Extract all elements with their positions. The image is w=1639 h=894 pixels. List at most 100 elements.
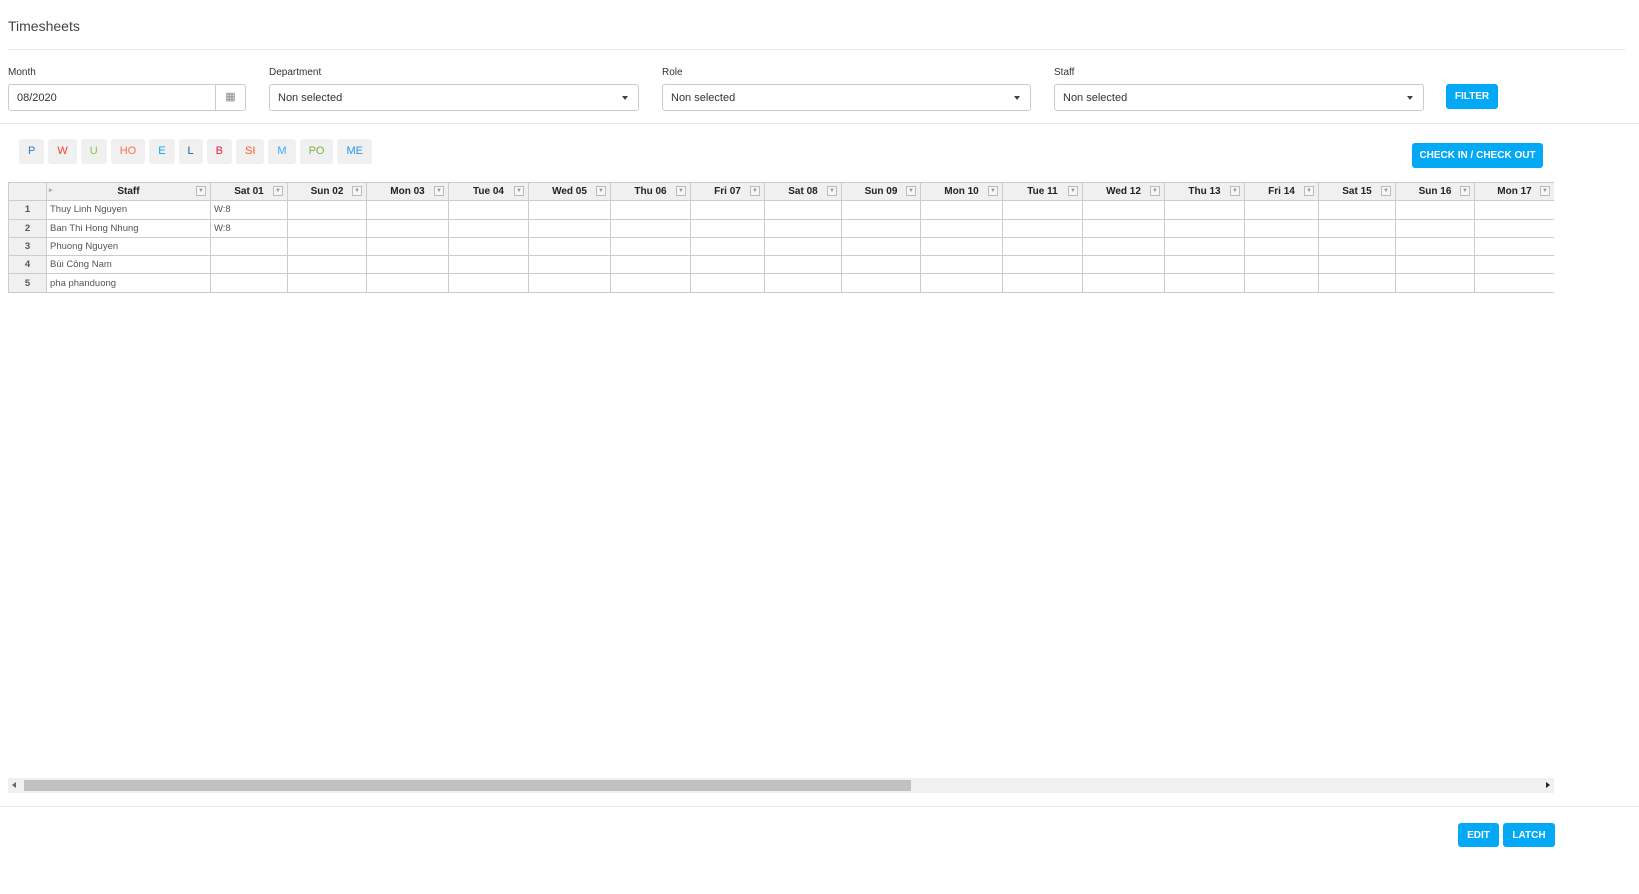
filter-dropdown-icon[interactable]: ▼ [827,186,837,196]
day-cell[interactable] [610,273,691,293]
day-cell[interactable] [210,255,288,275]
day-cell[interactable] [764,218,842,238]
day-cell[interactable] [1395,218,1475,238]
filter-dropdown-icon[interactable]: ▼ [1460,186,1470,196]
column-header[interactable]: Wed 12 ▼ [1082,182,1165,202]
filter-dropdown-icon[interactable]: ▼ [1068,186,1078,196]
day-cell[interactable] [1002,236,1083,257]
staff-cell[interactable]: Ban Thi Hong Nhung [46,218,211,238]
day-cell[interactable] [690,273,765,293]
day-cell[interactable] [287,273,367,293]
column-header[interactable]: Tue 11 ▼ [1002,182,1083,202]
day-cell[interactable]: W:8 [210,200,288,220]
day-cell[interactable] [1318,200,1396,220]
day-cell[interactable] [841,200,921,220]
day-cell[interactable] [1164,236,1245,257]
day-cell[interactable] [1082,236,1165,257]
day-cell[interactable] [1164,255,1245,275]
day-cell[interactable] [210,273,288,293]
filter-dropdown-icon[interactable]: ▼ [196,186,206,196]
day-cell[interactable] [366,273,449,293]
day-cell[interactable] [1082,255,1165,275]
day-cell[interactable]: W:8 [210,218,288,238]
filter-dropdown-icon[interactable]: ▼ [906,186,916,196]
column-header[interactable]: Sat 08 ▼ [764,182,842,202]
column-header[interactable]: Sat 01 ▼ [210,182,288,202]
day-cell[interactable] [1244,218,1319,238]
day-cell[interactable] [1474,200,1554,220]
day-cell[interactable] [690,236,765,257]
day-cell[interactable] [366,236,449,257]
day-cell[interactable] [1395,273,1475,293]
column-header[interactable]: Mon 17 ▼ [1474,182,1554,202]
day-cell[interactable] [1164,218,1245,238]
day-cell[interactable] [1002,218,1083,238]
day-cell[interactable] [1318,236,1396,257]
day-cell[interactable] [764,200,842,220]
day-cell[interactable] [1002,255,1083,275]
filter-dropdown-icon[interactable]: ▼ [988,186,998,196]
column-header[interactable]: Sun 09 ▼ [841,182,921,202]
column-header[interactable]: ▸ Staff ▼ [46,182,211,202]
day-cell[interactable] [448,255,529,275]
day-cell[interactable] [528,255,611,275]
check-in-out-button[interactable]: CHECK IN / CHECK OUT [1412,143,1543,168]
day-cell[interactable] [448,273,529,293]
day-cell[interactable] [1318,218,1396,238]
day-cell[interactable] [920,200,1003,220]
day-cell[interactable] [920,273,1003,293]
day-cell[interactable] [1082,273,1165,293]
day-cell[interactable] [210,236,288,257]
column-header[interactable]: Tue 04 ▼ [448,182,529,202]
day-cell[interactable] [1244,255,1319,275]
filter-dropdown-icon[interactable]: ▼ [434,186,444,196]
department-select[interactable]: Non selected [269,84,639,111]
day-cell[interactable] [366,218,449,238]
staff-cell[interactable]: Thuy Linh Nguyen [46,200,211,220]
day-cell[interactable] [764,255,842,275]
filter-dropdown-icon[interactable]: ▼ [676,186,686,196]
day-cell[interactable] [841,236,921,257]
day-cell[interactable] [920,255,1003,275]
day-cell[interactable] [287,255,367,275]
column-header[interactable]: Mon 03 ▼ [366,182,449,202]
day-cell[interactable] [690,218,765,238]
day-cell[interactable] [528,200,611,220]
horizontal-scrollbar[interactable] [8,778,1554,793]
day-cell[interactable] [528,273,611,293]
day-cell[interactable] [841,255,921,275]
edit-button[interactable]: EDIT [1458,823,1499,847]
day-cell[interactable] [1244,236,1319,257]
day-cell[interactable] [448,236,529,257]
day-cell[interactable] [610,236,691,257]
column-header[interactable]: Sun 16 ▼ [1395,182,1475,202]
day-cell[interactable] [1474,273,1554,293]
filter-dropdown-icon[interactable]: ▼ [750,186,760,196]
filter-dropdown-icon[interactable]: ▼ [514,186,524,196]
filter-button[interactable]: FILTER [1446,84,1498,109]
filter-dropdown-icon[interactable]: ▼ [273,186,283,196]
day-cell[interactable] [1002,200,1083,220]
day-cell[interactable] [366,255,449,275]
day-cell[interactable] [528,236,611,257]
scrollbar-thumb[interactable] [24,780,912,791]
day-cell[interactable] [841,273,921,293]
filter-dropdown-icon[interactable]: ▼ [1381,186,1391,196]
day-cell[interactable] [764,273,842,293]
month-input[interactable]: 08/2020 [8,84,216,111]
day-cell[interactable] [610,200,691,220]
scroll-left-icon[interactable] [12,782,16,788]
column-header[interactable]: Wed 05 ▼ [528,182,611,202]
day-cell[interactable] [1082,200,1165,220]
day-cell[interactable] [1082,218,1165,238]
staff-cell[interactable]: pha phanduong [46,273,211,293]
day-cell[interactable] [1395,255,1475,275]
day-cell[interactable] [287,236,367,257]
day-cell[interactable] [1474,255,1554,275]
column-header[interactable]: Thu 06 ▼ [610,182,691,202]
role-select[interactable]: Non selected [662,84,1031,111]
day-cell[interactable] [1164,200,1245,220]
column-header[interactable]: Sat 15 ▼ [1318,182,1396,202]
day-cell[interactable] [690,200,765,220]
day-cell[interactable] [610,218,691,238]
